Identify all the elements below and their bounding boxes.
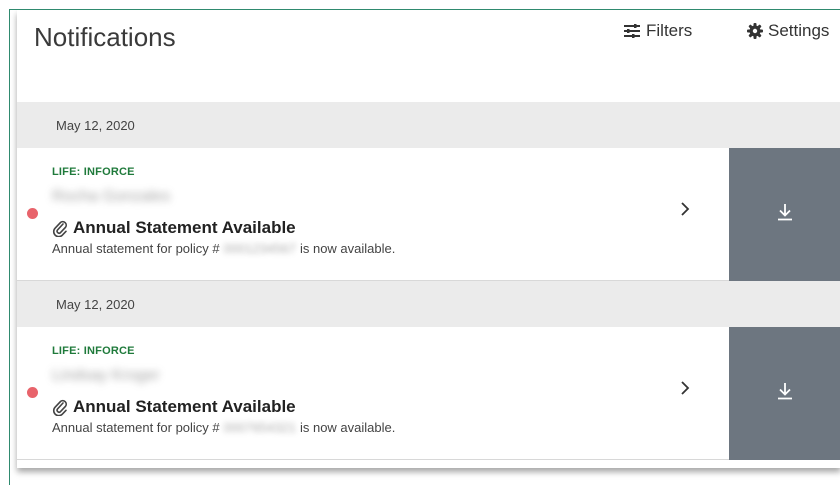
desc-prefix: Annual statement for policy # (52, 241, 220, 256)
settings-label: Settings (768, 21, 830, 40)
notification-title: Annual Statement Available (73, 218, 296, 237)
filters-icon (623, 24, 641, 38)
policy-number: 0001234567 (223, 241, 296, 256)
app-frame: Notifications Filters Settings May 12, 2… (9, 9, 840, 485)
unread-dot (27, 208, 38, 219)
filters-label: Filters (646, 21, 693, 40)
desc-prefix: Annual statement for policy # (52, 420, 220, 435)
open-notification-button[interactable] (677, 380, 693, 401)
notification-item[interactable]: LIFE: INFORCE Lindsay Kroger Annual Stat… (17, 327, 840, 460)
notification-category: LIFE: INFORCE (52, 345, 135, 357)
notification-description: Annual statement for policy # 0001234567… (52, 241, 395, 256)
policyholder-name: Lindsay Kroger (52, 367, 160, 384)
chevron-right-icon (680, 380, 690, 401)
notification-title-row: Annual Statement Available (52, 397, 296, 417)
download-button[interactable] (729, 327, 840, 460)
date-label: May 12, 2020 (56, 117, 135, 133)
header: Notifications Filters Settings (17, 10, 840, 102)
date-label: May 12, 2020 (56, 296, 135, 312)
download-button[interactable] (729, 148, 840, 281)
desc-suffix: is now available. (299, 420, 396, 435)
notification-title: Annual Statement Available (73, 397, 296, 416)
unread-dot (27, 387, 38, 398)
download-icon (775, 381, 795, 406)
notification-title-row: Annual Statement Available (52, 218, 296, 238)
paperclip-icon (52, 398, 68, 416)
desc-suffix: is now available. (299, 241, 396, 256)
notifications-panel: Notifications Filters Settings May 12, 2… (17, 10, 840, 468)
policyholder-name: Rocha Gonzales (52, 188, 171, 205)
notification-description: Annual statement for policy # 0007654321… (52, 420, 395, 435)
open-notification-button[interactable] (677, 201, 693, 222)
page-title: Notifications (34, 22, 176, 52)
gear-icon (747, 23, 763, 39)
chevron-right-icon (680, 201, 690, 222)
policy-number: 0007654321 (223, 420, 296, 435)
notification-item[interactable]: LIFE: INFORCE Rocha Gonzales Annual Stat… (17, 148, 840, 281)
download-icon (775, 202, 795, 227)
settings-button[interactable]: Settings (747, 21, 829, 41)
date-header: May 12, 2020 (17, 102, 840, 148)
notification-category: LIFE: INFORCE (52, 166, 135, 178)
filters-button[interactable]: Filters (623, 21, 692, 41)
date-header: May 12, 2020 (17, 281, 840, 327)
paperclip-icon (52, 219, 68, 237)
